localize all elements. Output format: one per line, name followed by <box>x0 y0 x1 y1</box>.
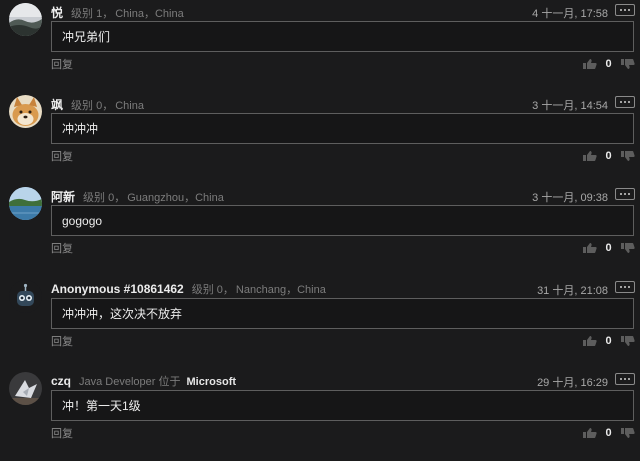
avatar-image <box>9 372 42 405</box>
thumbs-up-icon[interactable] <box>582 427 597 439</box>
avatar-image <box>9 187 42 220</box>
more-dots-icon <box>620 193 622 195</box>
comment-item: czq Java Developer 位于 Microsoft 29 十月, 1… <box>0 369 640 461</box>
comment-item: 阿新 级别 0， Guangzhou，China 3 十一月, 09:38 go… <box>0 184 640 276</box>
author-name[interactable]: 飒 <box>51 96 63 113</box>
author-name[interactable]: 悦 <box>51 4 63 21</box>
avatar[interactable] <box>9 187 42 220</box>
comment-timestamp: 29 十月, 16:29 <box>537 377 608 389</box>
comment-item: Anonymous #10861462 级别 0， Nanchang，China… <box>0 277 640 369</box>
reply-link[interactable]: 回复 <box>51 56 73 72</box>
author-name[interactable]: Anonymous #10861462 <box>51 282 184 296</box>
more-options-button[interactable] <box>615 4 635 16</box>
comment-text: 冲兄弟们 <box>51 21 634 52</box>
comment-timestamp: 31 十月, 21:08 <box>537 285 608 297</box>
comment-text: gogogo <box>51 205 634 236</box>
like-count: 0 <box>605 335 612 347</box>
like-count: 0 <box>605 427 612 439</box>
thumbs-up-icon[interactable] <box>582 58 597 70</box>
like-count: 0 <box>605 58 612 70</box>
comment-timestamp: 3 十一月, 14:54 <box>532 100 608 112</box>
thumbs-up-icon[interactable] <box>582 150 597 162</box>
more-options-button[interactable] <box>615 96 635 108</box>
avatar-image <box>9 3 42 36</box>
thumbs-down-icon[interactable] <box>620 335 635 347</box>
avatar[interactable] <box>9 372 42 405</box>
thumbs-down-icon[interactable] <box>620 58 635 70</box>
avatar-image <box>9 280 42 313</box>
more-dots-icon <box>620 378 622 380</box>
more-dots-icon <box>620 101 622 103</box>
thumbs-down-icon[interactable] <box>620 242 635 254</box>
user-location: Guangzhou，China <box>127 192 224 204</box>
thumbs-down-icon[interactable] <box>620 427 635 439</box>
vote-controls: 0 <box>582 242 635 254</box>
user-location: China <box>115 100 144 112</box>
avatar[interactable] <box>9 95 42 128</box>
comment-timestamp: 4 十一月, 17:58 <box>532 8 608 20</box>
thumbs-up-icon[interactable] <box>582 242 597 254</box>
comment-meta: 悦 级别 1， China，China <box>51 4 184 20</box>
reply-link[interactable]: 回复 <box>51 425 73 441</box>
like-count: 0 <box>605 242 612 254</box>
more-options-button[interactable] <box>615 188 635 200</box>
comment-meta: 飒 级别 0， China <box>51 96 144 112</box>
more-dots-icon <box>620 286 622 288</box>
comment-meta: czq Java Developer 位于 Microsoft <box>51 373 236 389</box>
reply-link[interactable]: 回复 <box>51 333 73 349</box>
vote-controls: 0 <box>582 150 635 162</box>
user-level: 级别 0， <box>83 192 126 204</box>
vote-controls: 0 <box>582 58 635 70</box>
avatar[interactable] <box>9 280 42 313</box>
comment-timestamp: 3 十一月, 09:38 <box>532 192 608 204</box>
user-location: China，China <box>115 8 184 20</box>
vote-controls: 0 <box>582 427 635 439</box>
reply-link[interactable]: 回复 <box>51 240 73 256</box>
author-name[interactable]: czq <box>51 374 71 388</box>
thumbs-down-icon[interactable] <box>620 150 635 162</box>
comment-text: 冲！第一天1级 <box>51 390 634 421</box>
more-options-button[interactable] <box>615 281 635 293</box>
comment-item: 飒 级别 0， China 3 十一月, 14:54 冲冲冲 回复 0 <box>0 92 640 184</box>
user-level: 级别 0， <box>191 284 234 296</box>
reply-link[interactable]: 回复 <box>51 148 73 164</box>
comment-meta: 阿新 级别 0， Guangzhou，China <box>51 188 224 204</box>
more-options-button[interactable] <box>615 373 635 385</box>
comment-item: 悦 级别 1， China，China 4 十一月, 17:58 冲兄弟们 回复… <box>0 0 640 92</box>
user-level: 级别 0， <box>71 100 114 112</box>
user-title: Java Developer 位于 <box>79 376 181 388</box>
author-name[interactable]: 阿新 <box>51 188 75 205</box>
user-company[interactable]: Microsoft <box>187 376 237 388</box>
avatar[interactable] <box>9 3 42 36</box>
comment-text: 冲冲冲，这次决不放弃 <box>51 298 634 329</box>
like-count: 0 <box>605 150 612 162</box>
user-location: Nanchang，China <box>235 284 326 296</box>
comment-meta: Anonymous #10861462 级别 0， Nanchang，China <box>51 281 326 297</box>
vote-controls: 0 <box>582 335 635 347</box>
user-level: 级别 1， <box>71 8 114 20</box>
thumbs-up-icon[interactable] <box>582 335 597 347</box>
comment-text: 冲冲冲 <box>51 113 634 144</box>
avatar-image <box>9 95 42 128</box>
more-dots-icon <box>620 9 622 11</box>
